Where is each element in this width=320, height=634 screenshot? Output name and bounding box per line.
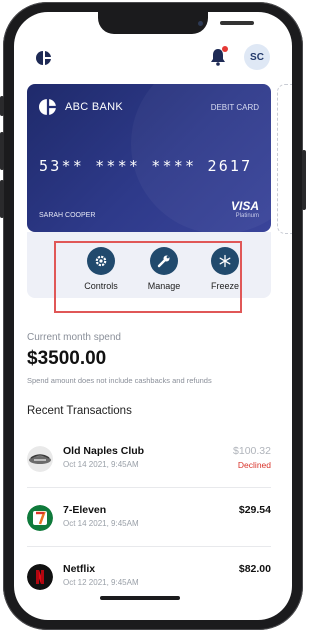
notch [98,12,254,34]
card-number: 53** **** **** 2617 [39,157,253,175]
avatar[interactable]: SC [244,44,270,70]
transaction-amount: $100.32 [233,445,271,457]
transaction-row[interactable]: 7-Eleven Oct 14 2021, 9:45AM $29.54 [27,503,271,547]
spend-caption: Current month spend [27,332,121,343]
transaction-date: Oct 14 2021, 9:45AM [63,460,139,469]
transaction-row[interactable]: Old Naples Club Oct 14 2021, 9:45AM $100… [27,444,271,488]
divider [27,487,271,488]
notification-dot [222,46,228,52]
merchant-logo-icon [27,446,53,472]
bank-name: ABC BANK [65,101,124,113]
visa-logo: VISA [230,199,259,213]
merchant-name: 7-Eleven [63,504,107,516]
declined-status: Declined [237,460,271,470]
transaction-amount: $29.54 [238,504,271,516]
card-holder: SARAH COOPER [39,212,96,219]
merchant-logo-icon [27,564,53,590]
manage-button[interactable]: Manage [134,247,194,291]
card-tier: Platinum [235,213,259,219]
wrench-icon [150,247,178,275]
transaction-date: Oct 14 2021, 9:45AM [63,519,139,528]
side-button [0,96,4,116]
app-logo-icon [36,51,51,65]
merchant-logo-icon [27,505,53,531]
recent-transactions-title: Recent Transactions [27,405,132,417]
spend-note: Spend amount does not include cashbacks … [27,376,212,385]
freeze-label: Freeze [210,281,239,291]
divider [27,546,271,547]
transaction-date: Oct 12 2021, 9:45AM [63,578,139,587]
power-button [302,150,306,210]
controls-button[interactable]: Controls [71,247,131,291]
snowflake-icon [211,247,239,275]
front-camera [198,21,203,26]
merchant-name: Netflix [63,563,96,575]
spend-amount: $3500.00 [27,348,107,369]
card-type: DEBIT CARD [210,103,259,112]
home-indicator[interactable] [100,596,180,600]
next-card-peek[interactable] [277,84,292,234]
earpiece-speaker [220,21,254,25]
manage-label: Manage [147,281,181,291]
controls-label: Controls [84,281,118,291]
merchant-name: Old Naples Club [63,445,145,457]
transaction-amount: $82.00 [238,563,271,575]
gear-icon [87,247,115,275]
freeze-button[interactable]: Freeze [195,247,255,291]
bank-logo-icon [39,99,56,115]
debit-card[interactable]: ABC BANK DEBIT CARD 53** **** **** 2617 … [27,84,271,232]
volume-down-button [0,180,4,218]
volume-up-button [0,132,4,170]
